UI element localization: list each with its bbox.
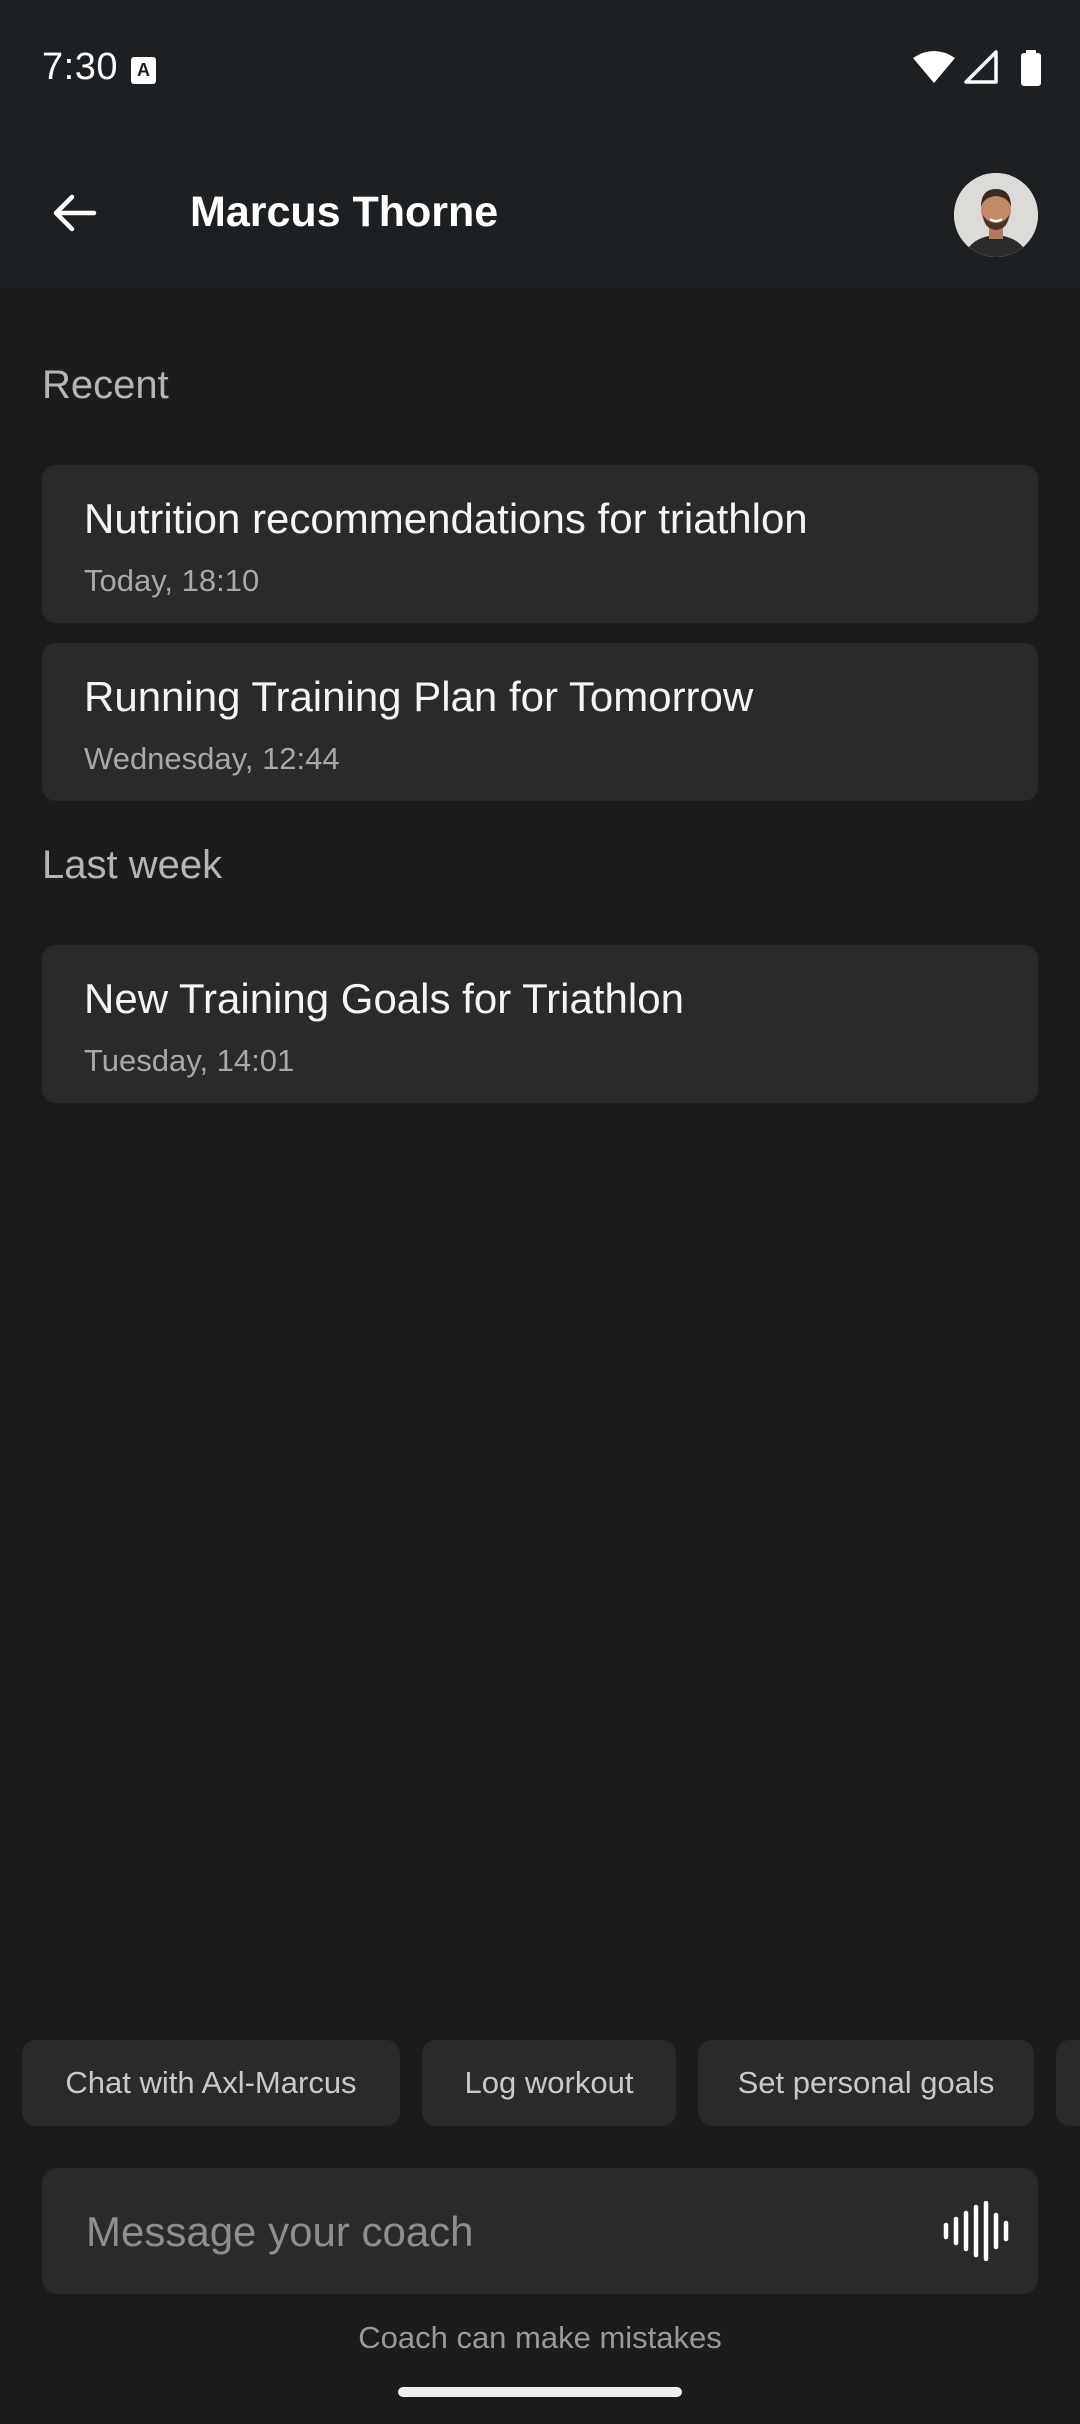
avatar[interactable] [954,173,1038,257]
section-label-recent: Recent [42,363,169,407]
conversation-item[interactable]: Nutrition recommendations for triathlon … [42,465,1038,623]
home-indicator[interactable] [398,2387,682,2397]
a-icon: A [131,57,156,84]
top-bar: 7:30 A Marcus Thorne [0,0,1080,288]
section-label-last-week: Last week [42,843,223,887]
voice-waveform-icon [943,2201,1009,2261]
conversation-title: Nutrition recommendations for triathlon [84,495,808,542]
chip-set-personal-goals[interactable]: Set personal goals [698,2040,1034,2126]
message-input[interactable] [84,2198,908,2266]
message-composer [42,2168,1038,2294]
disclaimer: Coach can make mistakes [358,2320,722,2355]
chip-log-workout[interactable]: Log workout [422,2040,676,2126]
page-title: Marcus Thorne [190,188,499,236]
chip-chat-with-axl-marcus[interactable]: Chat with Axl-Marcus [22,2040,400,2126]
battery-icon [1021,50,1041,86]
wifi-icon [913,51,955,83]
conversation-item[interactable]: Running Training Plan for Tomorrow Wedne… [42,643,1038,801]
conversation-time: Tuesday, 14:01 [84,1043,295,1078]
screen: 7:30 A Marcus Thorne Recent Nutrition re… [0,0,1080,2424]
conversation-title: New Training Goals for Triathlon [84,975,684,1022]
conversation-item[interactable]: New Training Goals for Triathlon Tuesday… [42,945,1038,1103]
chip-more[interactable] [1056,2040,1080,2126]
back-button[interactable] [38,177,110,249]
coach-avatar [954,173,1038,257]
cellular-signal-icon [964,50,998,84]
suggestion-chips: Chat with Axl-Marcus Log workout Set per… [0,2040,1080,2126]
conversation-title: Running Training Plan for Tomorrow [84,673,754,720]
conversation-time: Wednesday, 12:44 [84,741,340,776]
voice-input-button[interactable] [942,2196,1014,2266]
status-time: 7:30 [42,46,118,88]
conversation-time: Today, 18:10 [84,563,260,598]
arrow-left-icon [53,194,97,232]
